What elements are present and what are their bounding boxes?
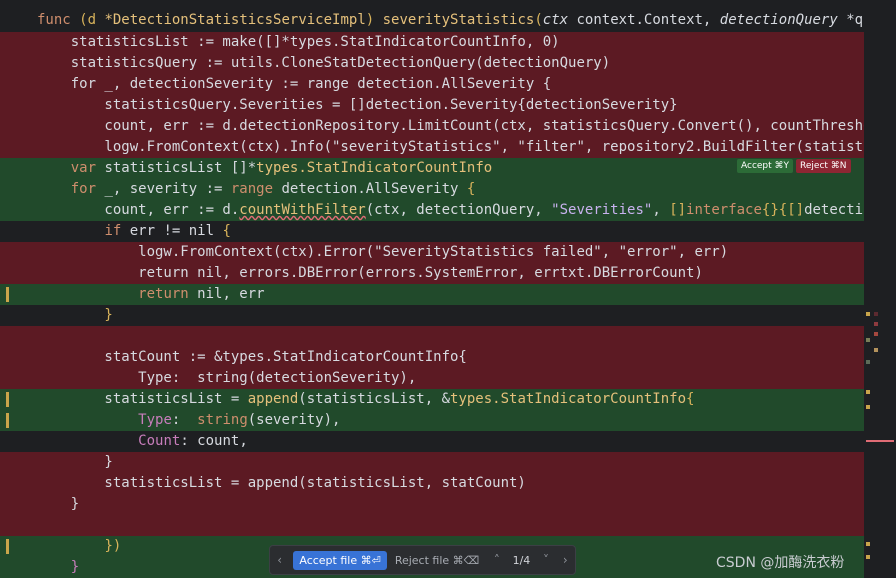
deleted-line[interactable] [0,326,864,347]
code-text: for _, severity := range detection.AllSe… [70,181,476,197]
code-text: logw.FromContext(ctx).Error("SeveritySta… [37,244,729,260]
minimap-marker [866,440,894,442]
deleted-line[interactable]: } [0,452,864,473]
code-text: if err != nil { [104,223,231,239]
reject-file-button[interactable]: Reject file ⌘⌫ [387,554,487,567]
code-line[interactable]: 8 Count: count, [0,431,864,452]
code-text: Type: string(severity), [138,412,341,428]
deleted-line[interactable]: statisticsList = append(statisticsList, … [0,473,864,494]
code-text: statisticsList := make([]*types.StatIndi… [37,34,560,50]
chevron-down-icon[interactable]: ˅ [536,553,555,567]
code-text: statisticsList = append(statisticsList, … [37,475,526,491]
minimap-marker [866,338,870,342]
change-marker [6,413,9,428]
change-marker [6,287,9,302]
code-line[interactable]: 9 func (d *DetectionStatisticsServiceImp… [0,10,864,31]
deleted-line[interactable]: } [0,494,864,515]
code-text: logw.FromContext(ctx).Info("severityStat… [37,139,864,155]
code-text: statCount := &types.StatIndicatorCountIn… [37,349,467,365]
code-text: return nil, err [138,286,265,302]
deleted-line[interactable] [0,515,864,536]
code-text: statisticsQuery := utils.CloneStatDetect… [37,55,611,71]
minimap-marker [874,312,878,316]
deleted-line[interactable]: statCount := &types.StatIndicatorCountIn… [0,347,864,368]
code-text: count, err := d.detectionRepository.Limi… [37,118,864,134]
previous-file-button[interactable]: ‹ [270,553,289,567]
change-marker [6,392,9,407]
code-line[interactable]: 5 } [0,305,864,326]
diff-action-chip: Accept ⌘Y Reject ⌘N [737,159,851,173]
minimap-marker [866,312,870,316]
code-text: count, err := d.countWithFilter(ctx, det… [37,202,864,218]
code-text: } [37,454,113,470]
code-text: } [37,307,113,323]
code-text: var statisticsList []*types.StatIndicato… [70,160,493,176]
minimap-marker [874,332,878,336]
change-marker [6,539,9,554]
deleted-line[interactable]: statisticsQuery := utils.CloneStatDetect… [0,53,864,74]
minimap-scrollbar[interactable] [864,0,896,578]
accept-change-button[interactable]: Accept ⌘Y [737,159,794,173]
code-line[interactable]: 3 if err != nil { [0,221,864,242]
deleted-line[interactable]: return nil, errors.DBError(errors.System… [0,263,864,284]
added-line[interactable]: 7 Type: string(severity), [0,410,864,431]
deleted-line[interactable]: statisticsList := make([]*types.StatIndi… [0,32,864,53]
minimap-marker [866,555,870,559]
code-text: statisticsQuery.Severities = []detection… [37,97,678,113]
minimap-marker [866,360,870,364]
deleted-line[interactable]: statisticsQuery.Severities = []detection… [0,95,864,116]
code-text: func (d *DetectionStatisticsServiceImpl)… [37,12,864,28]
code-text: } [37,559,80,575]
deleted-line[interactable]: Type: string(detectionSeverity), [0,368,864,389]
diff-review-toolbar: ‹ Accept file ⌘⏎ Reject file ⌘⌫ ˄ 1/4 ˅ … [269,545,576,575]
code-text: Type: string(detectionSeverity), [37,370,417,386]
reject-change-button[interactable]: Reject ⌘N [796,159,851,173]
minimap-marker [866,542,870,546]
code-text: Count: count, [138,433,248,449]
code-text: for _, detectionSeverity := range detect… [37,76,552,92]
deleted-line[interactable]: count, err := d.detectionRepository.Limi… [0,116,864,137]
next-file-button[interactable]: › [556,553,575,567]
minimap-marker [866,405,870,409]
added-line[interactable]: 1 for _, severity := range detection.All… [0,179,864,200]
minimap-marker [874,348,878,352]
code-editor[interactable]: 9 func (d *DetectionStatisticsServiceImp… [0,0,896,578]
minimap-marker [866,390,870,394]
added-line[interactable]: 4 return nil, err [0,284,864,305]
added-line[interactable]: 2 count, err := d.countWithFilter(ctx, d… [0,200,864,221]
change-counter: 1/4 [512,553,531,567]
code-text: }) [104,538,122,554]
chevron-up-icon[interactable]: ˄ [487,553,506,567]
accept-file-button[interactable]: Accept file ⌘⏎ [293,550,387,570]
watermark: CSDN @加酶洗衣粉 [716,555,845,571]
deleted-line[interactable]: logw.FromContext(ctx).Info("severityStat… [0,137,864,158]
minimap-marker [874,322,878,326]
deleted-line[interactable]: logw.FromContext(ctx).Error("SeveritySta… [0,242,864,263]
code-text: } [37,496,80,512]
added-line[interactable]: 0 var statisticsList []*types.StatIndica… [0,158,864,179]
deleted-line[interactable]: for _, detectionSeverity := range detect… [0,74,864,95]
code-text: statisticsList = append(statisticsList, … [37,391,695,407]
code-text: return nil, errors.DBError(errors.System… [37,265,703,281]
added-line[interactable]: 6 statisticsList = append(statisticsList… [0,389,864,410]
